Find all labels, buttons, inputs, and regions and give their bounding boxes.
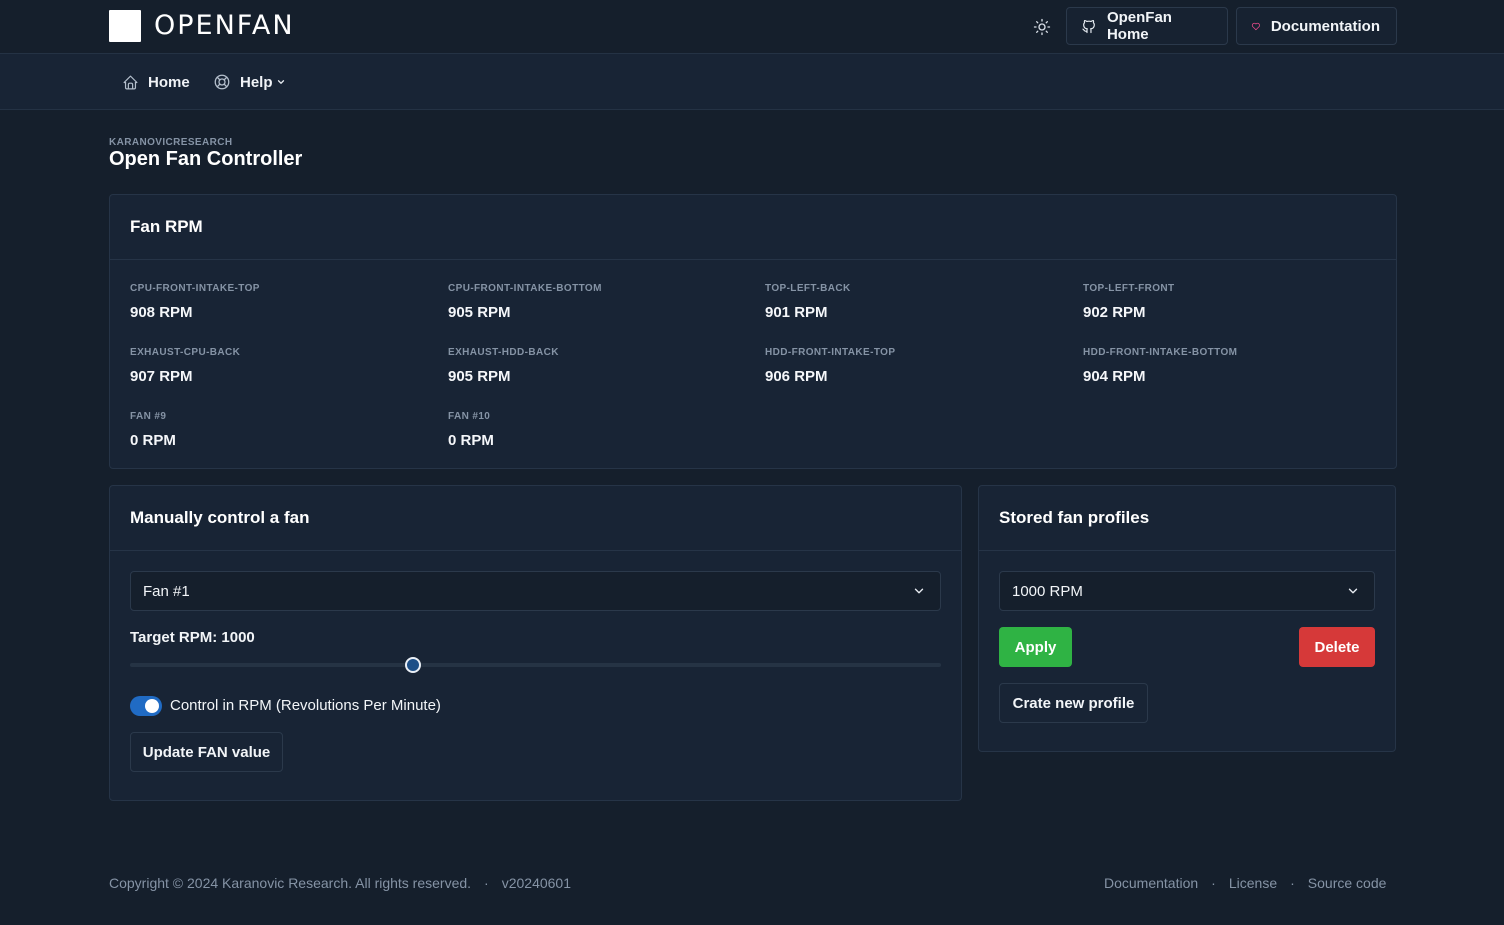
create-profile-label: Crate new profile (1012, 694, 1135, 712)
footer-separator: · (484, 875, 489, 891)
fan-value: 0 RPM (130, 432, 176, 449)
fan-label: HDD-FRONT-INTAKE-TOP (765, 347, 896, 358)
nav-item-home[interactable]: Home (122, 70, 190, 94)
fan-value: 902 RPM (1083, 304, 1146, 321)
target-rpm-slider[interactable] (130, 657, 941, 673)
main-nav: Home Help (0, 54, 1504, 110)
fan-label: EXHAUST-HDD-BACK (448, 347, 559, 358)
lifebuoy-icon (214, 74, 230, 90)
chevron-down-icon (1348, 588, 1358, 594)
fan-label: EXHAUST-CPU-BACK (130, 347, 241, 358)
fan-value: 906 RPM (765, 368, 828, 385)
chevron-down-icon (914, 588, 924, 594)
update-fan-label: Update FAN value (142, 743, 271, 761)
fan-rpm-item: CPU-FRONT-INTAKE-BOTTOM 905 RPM (448, 283, 602, 321)
nav-help-label: Help (240, 73, 273, 91)
home-icon (123, 75, 138, 89)
theme-toggle-button[interactable] (1030, 15, 1054, 39)
fan-rpm-card: Fan RPM CPU-FRONT-INTAKE-TOP 908 RPM CPU… (109, 194, 1397, 469)
fan-value: 901 RPM (765, 304, 828, 321)
openfan-home-label: OpenFan Home (1106, 9, 1172, 43)
stored-profiles-card: Stored fan profiles 1000 RPM Apply Delet… (978, 485, 1396, 752)
footer-separator: · (1211, 875, 1216, 891)
copyright-text: Copyright © 2024 Karanovic Research. All… (109, 875, 472, 891)
update-fan-button[interactable]: Update FAN value (130, 732, 283, 772)
apply-label: Apply (1014, 638, 1057, 656)
fan-rpm-item: TOP-LEFT-BACK 901 RPM (765, 283, 851, 321)
chevron-down-icon (277, 80, 284, 84)
documentation-button[interactable]: Documentation (1236, 7, 1397, 45)
fan-value: 905 RPM (448, 368, 511, 385)
fan-rpm-item: FAN #10 0 RPM (448, 411, 494, 449)
version-link[interactable]: v20240601 (502, 875, 571, 891)
fan-label: HDD-FRONT-INTAKE-BOTTOM (1083, 347, 1238, 358)
rpm-mode-toggle[interactable] (130, 696, 162, 716)
fan-rpm-item: HDD-FRONT-INTAKE-TOP 906 RPM (765, 347, 895, 385)
delete-label: Delete (1314, 638, 1360, 656)
nav-home-label: Home (148, 73, 190, 91)
fan-label: CPU-FRONT-INTAKE-TOP (130, 283, 260, 294)
footer-separator: · (1290, 875, 1295, 891)
fan-label: TOP-LEFT-BACK (765, 283, 851, 294)
manual-control-card: Manually control a fan Fan #1 Target RPM… (109, 485, 962, 801)
footer-links: Documentation · License · Source code (1104, 875, 1386, 891)
fan-label: FAN #9 (130, 411, 167, 422)
footer-link-license[interactable]: License (1229, 875, 1277, 891)
logo-text: OPENFAN (154, 10, 295, 41)
footer-link-source-code[interactable]: Source code (1308, 875, 1387, 891)
heart-icon (1251, 22, 1260, 30)
rpm-mode-label: Control in RPM (Revolutions Per Minute) (170, 697, 441, 714)
profile-select-value: 1000 RPM (1012, 582, 1083, 600)
fan-select[interactable]: Fan #1 (130, 571, 941, 611)
fan-rpm-item: TOP-LEFT-FRONT 902 RPM (1083, 283, 1175, 321)
fan-rpm-item: HDD-FRONT-INTAKE-BOTTOM 904 RPM (1083, 347, 1237, 385)
fan-label: FAN #10 (448, 411, 491, 422)
target-rpm-label: Target RPM: 1000 (130, 629, 255, 646)
fan-rpm-title: Fan RPM (110, 195, 1396, 260)
page-pretitle: KARANOVICRESEARCH (109, 137, 233, 148)
fan-rpm-item: FAN #9 0 RPM (130, 411, 176, 449)
delete-button[interactable]: Delete (1299, 627, 1375, 667)
github-icon (1082, 19, 1095, 33)
fan-label: CPU-FRONT-INTAKE-BOTTOM (448, 283, 602, 294)
manual-control-title: Manually control a fan (110, 486, 961, 551)
footer-link-documentation[interactable]: Documentation (1104, 875, 1198, 891)
fan-rpm-item: EXHAUST-CPU-BACK 907 RPM (130, 347, 240, 385)
fan-value: 908 RPM (130, 304, 193, 321)
fan-select-value: Fan #1 (143, 582, 190, 600)
slider-thumb[interactable] (405, 657, 422, 673)
fan-value: 0 RPM (448, 432, 494, 449)
toggle-knob (145, 699, 159, 713)
fan-value: 907 RPM (130, 368, 193, 385)
fan-rpm-item: EXHAUST-HDD-BACK 905 RPM (448, 347, 559, 385)
nav-item-help[interactable]: Help (213, 70, 286, 94)
page-title: Open Fan Controller (109, 148, 303, 170)
create-profile-button[interactable]: Crate new profile (999, 683, 1148, 723)
fan-label: TOP-LEFT-FRONT (1083, 283, 1175, 294)
logo-icon (109, 10, 141, 42)
profile-select[interactable]: 1000 RPM (999, 571, 1375, 611)
top-header: OPENFAN OpenFan Home Documentation (0, 0, 1504, 54)
sun-icon (1033, 18, 1051, 36)
footer-left: Copyright © 2024 Karanovic Research. All… (109, 875, 571, 891)
fan-value: 904 RPM (1083, 368, 1146, 385)
stored-profiles-title: Stored fan profiles (979, 486, 1395, 551)
documentation-label: Documentation (1270, 17, 1380, 35)
apply-button[interactable]: Apply (999, 627, 1072, 667)
fan-value: 905 RPM (448, 304, 511, 321)
openfan-home-button[interactable]: OpenFan Home (1066, 7, 1228, 45)
fan-rpm-item: CPU-FRONT-INTAKE-TOP 908 RPM (130, 283, 260, 321)
